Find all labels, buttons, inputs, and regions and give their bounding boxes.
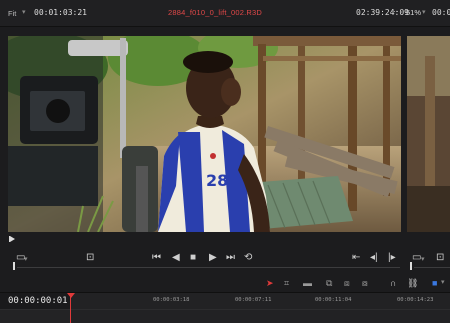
source-timecode: 00:01:03:21 xyxy=(34,8,87,17)
snapping-icon[interactable]: ∩ xyxy=(390,277,396,289)
chevron-down-icon[interactable]: ▾ xyxy=(22,8,26,16)
video-frame: 28 xyxy=(8,36,401,232)
blade-tool-icon[interactable]: ▬ xyxy=(303,277,312,289)
play-icon[interactable]: ▶ xyxy=(209,252,217,264)
timeline-scrubber-handle[interactable] xyxy=(410,262,412,270)
replace-clip-icon[interactable]: ⧇ xyxy=(362,277,368,289)
play-from-start-icon[interactable] xyxy=(9,236,16,242)
edit-toolbar: ➤ ⌗ ▬ ⧉ ⧈ ⧇ ∩ ⛓ ■ ▾ xyxy=(0,274,450,292)
chevron-down-icon[interactable]: ▾ xyxy=(421,254,425,266)
go-to-start-icon[interactable]: ⏮ xyxy=(152,252,161,264)
more-options-icon[interactable]: ··· xyxy=(390,6,399,16)
timeline-fullscreen-icon[interactable]: ⊡ xyxy=(436,252,444,264)
go-to-end-icon[interactable]: ⏭ xyxy=(226,252,235,264)
overwrite-clip-icon[interactable]: ⧈ xyxy=(344,277,350,289)
record-timecode: 02:39:24:09 xyxy=(356,8,409,17)
fullscreen-icon[interactable]: ⊡ xyxy=(86,252,94,264)
playhead[interactable] xyxy=(70,293,71,323)
trim-tool-icon[interactable]: ⌗ xyxy=(284,277,289,289)
timeline-header: 00:00:00:01 00:00:03:18 00:00:07:11 00:0… xyxy=(0,292,450,323)
timeline-scrub-bar[interactable] xyxy=(414,267,450,268)
ruler-tick-label: 00:00:03:18 xyxy=(153,297,190,303)
fit-dropdown-label[interactable]: Fit xyxy=(8,9,16,18)
ruler-tick-label: 00:00:11:04 xyxy=(315,297,352,303)
linked-selection-icon[interactable]: ⛓ xyxy=(407,277,418,289)
flag-icon[interactable]: ■ xyxy=(432,277,437,289)
play-reverse-icon[interactable]: ◀ xyxy=(172,252,180,264)
source-viewer[interactable]: 28 xyxy=(8,36,401,232)
insert-clip-icon[interactable]: ⧉ xyxy=(326,277,332,289)
scrub-bar[interactable] xyxy=(17,267,400,268)
ruler-tick-label: 00:00:07:11 xyxy=(235,297,272,303)
svg-text:28: 28 xyxy=(206,171,228,190)
chevron-down-icon[interactable]: ▾ xyxy=(422,8,426,16)
selection-tool-icon[interactable]: ➤ xyxy=(266,277,274,289)
viewer-header: Fit ▾ 00:01:03:21 2884_f010_0_lift_002.R… xyxy=(0,0,450,27)
scrubber-handle[interactable] xyxy=(13,262,15,270)
playhead-handle[interactable] xyxy=(67,293,75,298)
chevron-down-icon[interactable]: ▾ xyxy=(441,277,445,289)
previous-edit-icon[interactable]: ◂| xyxy=(370,252,378,264)
stop-icon[interactable]: ■ xyxy=(190,252,196,264)
chevron-down-icon[interactable]: ▾ xyxy=(24,254,28,266)
loop-icon[interactable]: ⟲ xyxy=(244,252,252,264)
zoom-level[interactable]: 51% xyxy=(406,8,421,17)
match-frame-icon[interactable]: ⇤ xyxy=(352,252,360,264)
timeline-ruler[interactable]: 00:00:03:18 00:00:07:11 00:00:11:04 00:0… xyxy=(71,293,450,323)
current-timecode[interactable]: 00:00:00:01 xyxy=(8,294,70,308)
timeline-viewer[interactable] xyxy=(407,36,450,232)
transport-controls: ▭ ▾ ⊡ ⏮ ◀ ■ ▶ ⏭ ⟲ ⇤ ◂| |▸ ▭ ▾ ⊡ xyxy=(0,246,450,272)
track-header[interactable] xyxy=(0,310,70,323)
next-edit-icon[interactable]: |▸ xyxy=(388,252,396,264)
ruler-tick-label: 00:00:14:23 xyxy=(397,297,434,303)
clip-name: 2884_f010_0_lift_002.R3D xyxy=(168,8,263,17)
timeline-timecode: 00:00:45 xyxy=(432,8,450,17)
timeline-frame xyxy=(407,36,450,232)
